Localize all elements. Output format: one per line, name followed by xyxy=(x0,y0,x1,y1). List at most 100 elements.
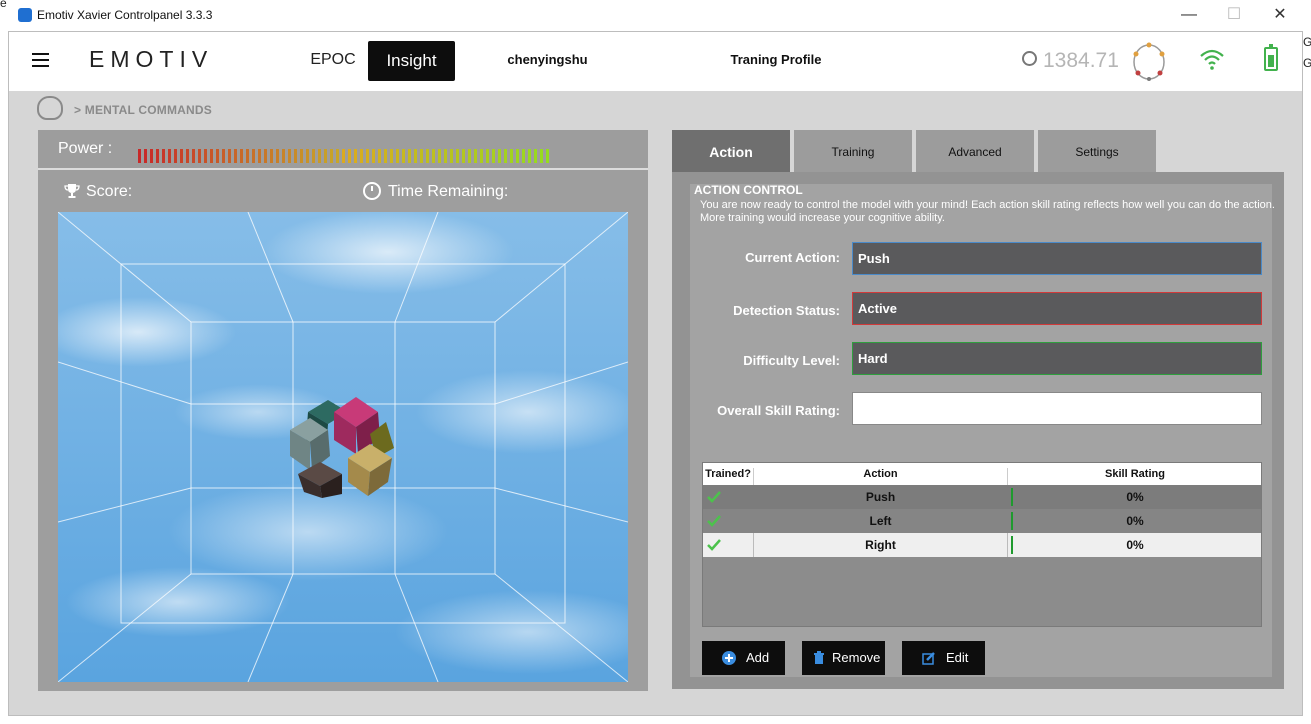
action-control-title: ACTION CONTROL xyxy=(694,183,803,197)
power-meter-tick xyxy=(336,149,339,163)
score-label: Score: xyxy=(86,183,133,200)
table-row[interactable]: Left 0% xyxy=(703,509,1261,533)
power-meter-tick xyxy=(222,149,225,163)
power-meter-tick xyxy=(198,149,201,163)
power-meter-tick xyxy=(144,149,147,163)
difficulty-level-label: Difficulty Level: xyxy=(743,353,840,368)
action-panel: ACTION CONTROL You are now ready to cont… xyxy=(672,172,1284,689)
power-meter-tick xyxy=(276,149,279,163)
power-meter-tick xyxy=(540,149,543,163)
power-meter-tick xyxy=(534,149,537,163)
minimize-button[interactable]: — xyxy=(1166,0,1212,31)
power-meter-tick xyxy=(414,149,417,163)
power-meter-tick xyxy=(546,149,549,163)
action-cell: Push xyxy=(865,490,896,504)
check-icon xyxy=(707,539,721,551)
tab-action[interactable]: Action xyxy=(672,130,792,172)
edge-fragment: G xyxy=(1303,35,1311,49)
headset-contact-icon[interactable] xyxy=(1131,42,1167,82)
table-row[interactable]: Right 0% xyxy=(703,533,1261,557)
breadcrumb: > MENTAL COMMANDS xyxy=(74,103,212,117)
power-meter-tick xyxy=(246,149,249,163)
stopwatch-icon xyxy=(1022,50,1037,66)
power-meter-tick xyxy=(294,149,297,163)
device-tab-epoc[interactable]: EPOC xyxy=(290,40,376,80)
action-control-box: ACTION CONTROL You are now ready to cont… xyxy=(690,183,1275,677)
maximize-button[interactable]: ☐ xyxy=(1211,0,1257,31)
table-row[interactable]: Push 0% xyxy=(703,485,1261,509)
edit-button[interactable]: Edit xyxy=(902,641,985,675)
power-meter-tick xyxy=(282,149,285,163)
power-meter-tick xyxy=(330,149,333,163)
power-meter-tick xyxy=(480,149,483,163)
power-meter xyxy=(138,149,549,163)
power-meter-tick xyxy=(360,149,363,163)
power-meter-tick xyxy=(444,149,447,163)
actions-table: Trained? Action Skill Rating Push 0% Lef… xyxy=(702,462,1262,627)
training-profile[interactable]: Traning Profile xyxy=(703,52,849,67)
wireless-signal-icon xyxy=(1200,49,1224,70)
col-trained: Trained? xyxy=(703,468,754,485)
power-meter-tick xyxy=(306,149,309,163)
power-meter-tick xyxy=(438,149,441,163)
trained-cell xyxy=(703,533,754,557)
window-title: Emotiv Xavier Controlpanel 3.3.3 xyxy=(37,8,213,22)
action-control-description: You are now ready to control the model w… xyxy=(700,199,1275,224)
trophy-icon xyxy=(64,184,80,198)
action-cell: Right xyxy=(754,533,1008,557)
game-panel: Power : Score: Time Remaining: xyxy=(38,130,648,691)
remove-button[interactable]: Remove xyxy=(802,641,885,675)
power-meter-tick xyxy=(384,149,387,163)
rating-cell: 0% xyxy=(1126,490,1144,504)
tab-training[interactable]: Training xyxy=(794,130,914,172)
power-meter-tick xyxy=(234,149,237,163)
power-meter-tick xyxy=(180,149,183,163)
tab-advanced[interactable]: Advanced xyxy=(916,130,1036,172)
power-meter-tick xyxy=(522,149,525,163)
app-icon xyxy=(18,8,32,22)
power-meter-tick xyxy=(462,149,465,163)
col-action: Action xyxy=(754,468,1008,485)
check-icon xyxy=(707,515,721,527)
add-label: Add xyxy=(746,650,770,665)
overall-skill-label: Overall Skill Rating: xyxy=(717,403,840,418)
power-meter-tick xyxy=(432,149,435,163)
power-meter-tick xyxy=(528,149,531,163)
edge-fragment: G xyxy=(1303,56,1311,70)
power-meter-tick xyxy=(288,149,291,163)
mental-command-cube xyxy=(290,397,394,498)
power-meter-tick xyxy=(498,149,501,163)
power-meter-tick xyxy=(258,149,261,163)
power-meter-tick xyxy=(318,149,321,163)
power-meter-tick xyxy=(252,149,255,163)
emotiv-logo: EMOTIV xyxy=(89,46,214,72)
edit-icon xyxy=(922,652,935,665)
menu-icon[interactable] xyxy=(32,53,49,67)
timer-value: 1384.71 xyxy=(1043,49,1119,72)
tab-settings[interactable]: Settings xyxy=(1038,130,1158,172)
power-meter-tick xyxy=(372,149,375,163)
power-meter-tick xyxy=(162,149,165,163)
power-meter-tick xyxy=(342,149,345,163)
power-meter-tick xyxy=(366,149,369,163)
rating-cell: 0% xyxy=(1126,538,1144,552)
close-button[interactable]: ✕ xyxy=(1257,0,1303,31)
edit-label: Edit xyxy=(946,650,969,665)
add-button[interactable]: Add xyxy=(702,641,785,675)
device-tab-insight[interactable]: Insight xyxy=(368,41,455,81)
power-meter-tick xyxy=(228,149,231,163)
power-meter-tick xyxy=(450,149,453,163)
trash-icon xyxy=(814,651,824,664)
power-meter-tick xyxy=(156,149,159,163)
power-bar: Power : xyxy=(38,130,648,170)
window-titlebar: Emotiv Xavier Controlpanel 3.3.3 — ☐ ✕ xyxy=(8,0,1303,31)
power-meter-tick xyxy=(378,149,381,163)
battery-icon xyxy=(1264,44,1278,71)
user-name[interactable]: chenyingshu xyxy=(480,52,615,67)
rating-cell: 0% xyxy=(1126,514,1144,528)
power-meter-tick xyxy=(312,149,315,163)
power-meter-tick xyxy=(138,149,141,163)
power-meter-tick xyxy=(510,149,513,163)
power-meter-tick xyxy=(150,149,153,163)
power-meter-tick xyxy=(468,149,471,163)
